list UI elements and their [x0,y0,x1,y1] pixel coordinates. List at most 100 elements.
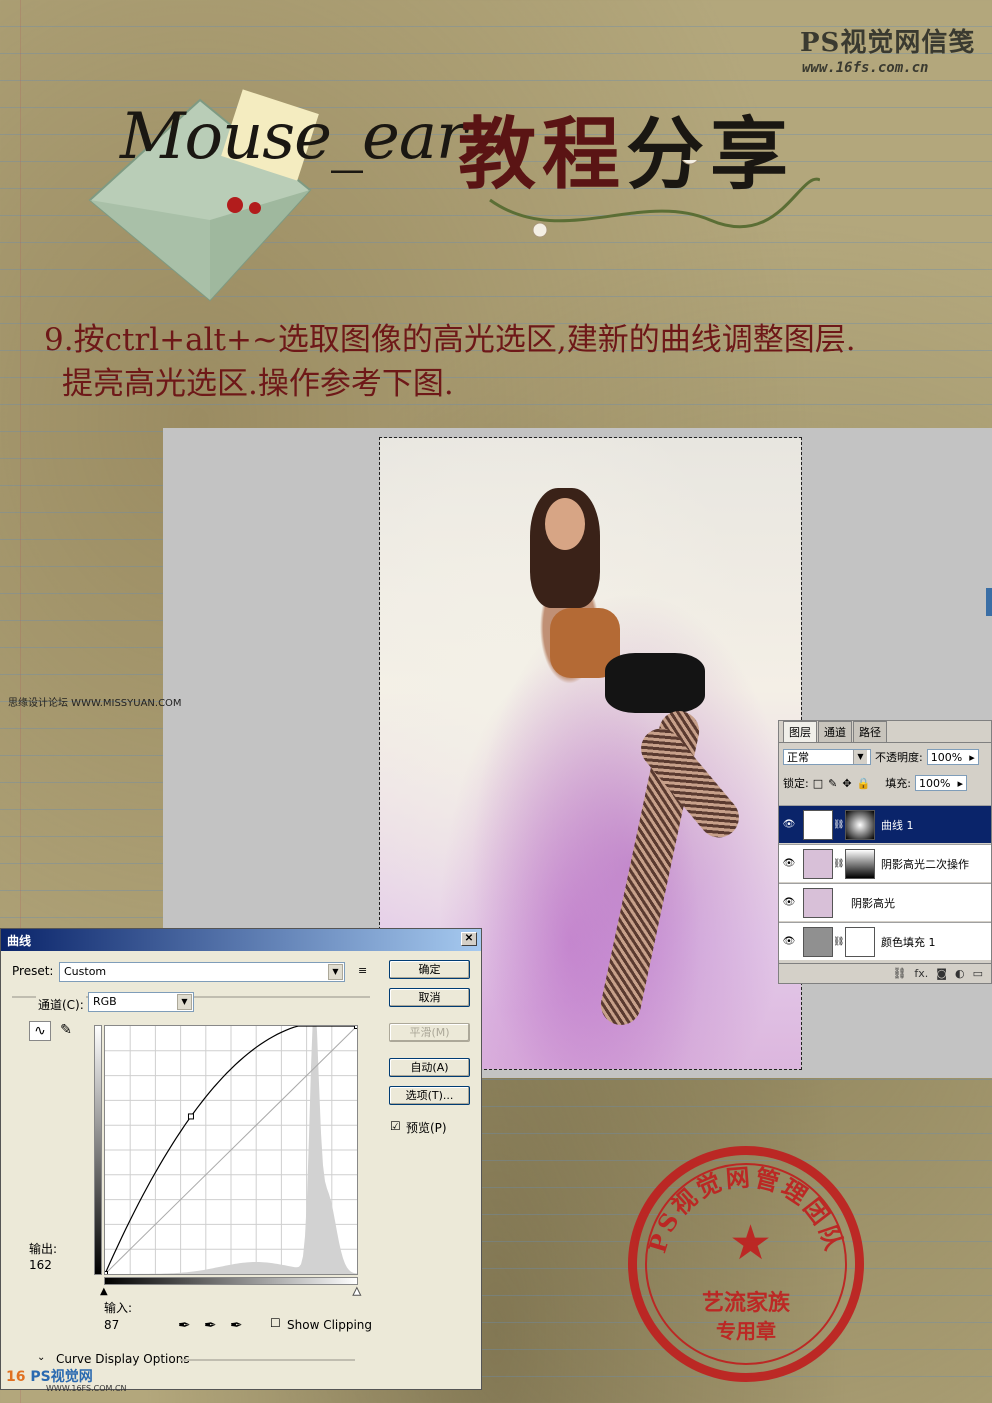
auto-button[interactable]: 自动(A) [389,1058,470,1077]
layers-panel: 图层 通道 路径 正常 ▼ 不透明度: 100% ▸ 锁定: □✎✥🔒 填充: 10… [778,720,992,984]
fill-value: 100% [918,776,951,790]
arrow-right-icon: ▸ [957,776,963,790]
chevron-down-icon: ▼ [177,994,192,1010]
eye-icon[interactable]: 👁 [779,819,799,830]
preset-value: Custom [64,965,107,978]
layer-name: 曲线 1 [881,818,914,832]
step-instruction-line2: 提亮高光选区.操作参考下图. [62,366,454,402]
link-layers-icon[interactable]: ⛓ [892,967,906,980]
blend-mode-select[interactable]: 正常 ▼ [783,749,871,765]
link-icon: ⛓ [833,819,845,830]
preset-select[interactable]: Custom ▼ [59,962,345,982]
stamp-line2: 专用章 [716,1319,776,1343]
show-clipping-checkbox[interactable]: ☐ [270,1316,281,1330]
curve-tool-icon[interactable]: ∿ [29,1021,51,1041]
layer-row-shadow-highlight-2[interactable]: 👁 ⛓ 阴影高光二次操作 [779,844,991,882]
logo-script-text: Mouse_ear [120,100,467,174]
tab-channels[interactable]: 通道 [818,721,852,742]
white-point-slider-icon[interactable]: ▲ [353,1286,362,1298]
output-label: 输出: [29,1242,58,1256]
footer-logo-text: PS视觉网 [30,1369,93,1385]
footer-url: WWW.16FS.COM.CN [46,1384,127,1393]
layer-row-color-fill[interactable]: 👁 ⛓ 颜色填充 1 [779,922,991,960]
fill-field[interactable]: 100% ▸ [914,775,967,791]
output-gradient-bar [94,1025,102,1275]
forum-watermark: 思缘设计论坛 WWW.MISSYUAN.COM [8,698,182,709]
white-eyedropper-icon[interactable]: ✒ [230,1316,243,1334]
layer-mask-thumb [845,848,875,879]
channel-label: 通道(C): [36,996,86,1013]
red-seal-stamp: PS视觉网管理团队 ★ 艺流家族 专用章 [628,1146,864,1382]
fill-label: 填充: [885,777,911,790]
layer-image-thumb [803,887,833,918]
layer-name: 阴影高光 [851,896,895,910]
preset-label: Preset: [12,964,54,978]
footer-logo: 16 PS视觉网 [6,1366,93,1386]
opacity-field[interactable]: 100% ▸ [926,749,979,765]
fill-color-thumb [803,926,833,957]
output-value[interactable]: 162 [29,1258,52,1272]
smooth-button[interactable]: 平滑(M) [389,1023,470,1042]
curve-display-options[interactable]: Curve Display Options [56,1352,190,1366]
layers-panel-footer: ⛓ fx. ◙ ◐ ▭ [779,963,991,983]
layer-name: 阴影高光二次操作 [881,857,969,871]
show-clipping-label: Show Clipping [287,1318,373,1332]
curves-adjustment-thumb [803,809,833,840]
curves-graph[interactable] [102,1001,360,1277]
layer-mask-thumb [845,926,875,957]
close-icon[interactable]: ✕ [461,932,477,946]
preview-label: 预览(P) [406,1121,447,1135]
black-point-slider-icon[interactable]: ▲ [100,1286,108,1297]
eye-icon[interactable]: 👁 [779,936,799,947]
fx-button[interactable]: fx. [914,967,928,980]
channel-select[interactable]: RGB ▼ [88,992,194,1012]
input-label: 输入: [104,1301,133,1315]
layer-row-curves[interactable]: 👁 ⛓ 曲线 1 [779,805,991,843]
adjustment-layer-icon[interactable]: ◐ [955,967,965,980]
curves-graph-svg [102,1001,360,1277]
chevron-down-icon: ▼ [328,964,343,980]
link-icon: ⛓ [833,936,845,947]
cancel-button[interactable]: 取消 [389,988,470,1007]
blend-mode-value: 正常 [787,751,809,764]
lock-label: 锁定: [783,777,809,790]
dialog-title: 曲线 [7,934,32,948]
ok-button[interactable]: 确定 [389,960,470,979]
layer-image-thumb [803,848,833,879]
preset-options-icon[interactable]: ≡ [358,964,367,977]
divider [180,1359,355,1361]
arrow-right-icon: ▸ [969,750,975,764]
curve-control-point[interactable] [187,1113,194,1120]
gray-eyedropper-icon[interactable]: ✒ [204,1316,217,1334]
eye-icon[interactable]: 👁 [779,858,799,869]
options-button[interactable]: 选项(T)... [389,1086,470,1105]
flower-vine-decoration [489,160,820,238]
step-instruction-line1: 9.按ctrl+alt+~选取图像的高光选区,建新的曲线调整图层. [44,322,856,358]
lock-icons[interactable]: □✎✥🔒 [813,777,876,790]
black-eyedropper-icon[interactable]: ✒ [178,1316,191,1334]
link-icon: ⛓ [833,858,845,869]
layer-row-shadow-highlight[interactable]: 👁 阴影高光 [779,883,991,921]
add-mask-icon[interactable]: ◙ [936,967,947,980]
opacity-label: 不透明度: [875,751,923,764]
curve-control-point[interactable] [354,1023,360,1029]
channel-value: RGB [93,995,117,1008]
footer-16-mark: 16 [6,1369,26,1385]
curve-control-point[interactable] [102,1271,108,1277]
new-group-icon[interactable]: ▭ [973,967,983,980]
pencil-icon[interactable]: ✎ [55,1021,77,1041]
input-gradient-bar [104,1277,358,1285]
tab-paths[interactable]: 路径 [853,721,887,742]
tab-layers[interactable]: 图层 [783,721,817,742]
layers-panel-tabs: 图层 通道 路径 [779,721,991,743]
input-value[interactable]: 87 [104,1318,119,1332]
panel-edge-tab[interactable] [986,588,992,616]
star-icon: ★ [729,1215,773,1271]
preview-checkbox[interactable]: ☑ [390,1119,401,1133]
layer-mask-thumb [845,809,875,840]
opacity-value: 100% [930,750,963,764]
expand-chevron-icon[interactable]: ⌄ [37,1352,45,1363]
brand-url: www.16fs.com.cn [802,60,929,76]
layer-name: 颜色填充 1 [881,935,936,949]
eye-icon[interactable]: 👁 [779,897,799,908]
